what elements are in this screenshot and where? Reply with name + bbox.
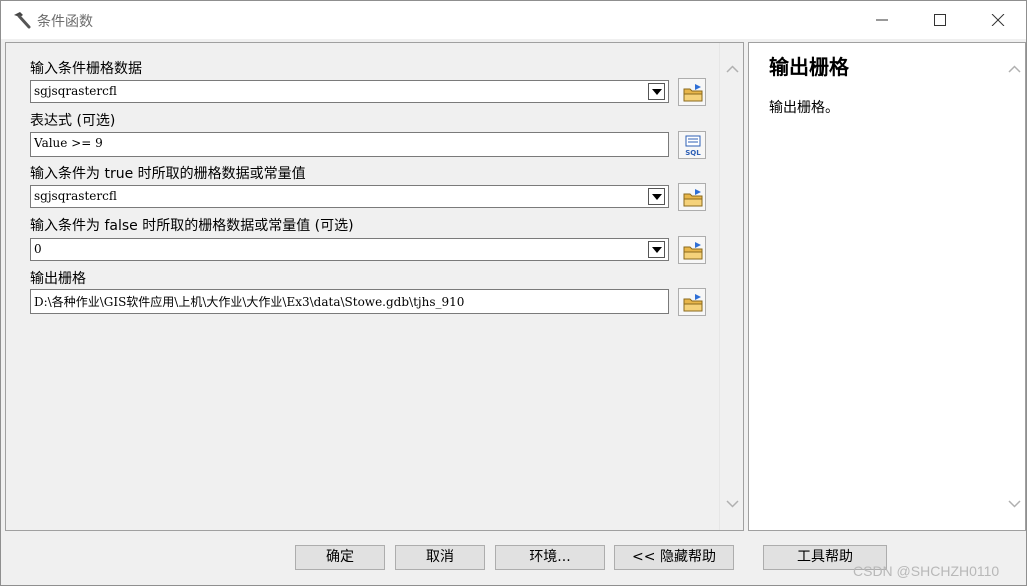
true-value-label: 输入条件为 true 时所取的栅格数据或常量值: [30, 166, 306, 182]
help-text: 输出栅格。: [769, 100, 839, 116]
expression-label: 表达式 (可选): [30, 113, 116, 129]
chevron-down-icon: [652, 247, 662, 253]
output-raster-label: 输出栅格: [30, 271, 86, 287]
output-raster-input[interactable]: D:\各种作业\GIS软件应用\上机\大作业\大作业\Ex3\data\Stow…: [30, 289, 669, 314]
ok-button[interactable]: 确定: [295, 545, 385, 570]
title-bar: 条件函数: [1, 1, 1026, 39]
minimize-icon: [876, 19, 888, 21]
true-value-combo[interactable]: sgjsqrastercfl: [30, 185, 669, 208]
chevron-up-icon[interactable]: [726, 65, 739, 73]
help-title: 输出栅格: [769, 55, 849, 79]
false-value-label: 输入条件为 false 时所取的栅格数据或常量值 (可选): [30, 218, 354, 234]
close-icon: [991, 14, 1005, 26]
sql-icon: SQL: [685, 135, 701, 157]
window-title: 条件函数: [37, 14, 93, 30]
dropdown-button[interactable]: [648, 188, 665, 205]
folder-open-icon: [683, 242, 703, 260]
environments-button[interactable]: 环境...: [495, 545, 605, 570]
expression-input[interactable]: Value >= 9: [30, 132, 669, 157]
input-raster-combo[interactable]: sgjsqrastercfl: [30, 80, 669, 103]
chevron-down-icon: [652, 89, 662, 95]
svg-text:SQL: SQL: [685, 149, 701, 157]
true-value-value: sgjsqrastercfl: [34, 189, 117, 203]
folder-open-icon: [683, 189, 703, 207]
dialog-window: 条件函数 输入条件栅格数据 sgjsqrastercfl 表达式 (可选) Va…: [0, 0, 1027, 586]
browse-button[interactable]: [678, 288, 706, 316]
maximize-button[interactable]: [911, 1, 969, 39]
dropdown-button[interactable]: [648, 83, 665, 100]
false-value-combo[interactable]: 0: [30, 238, 669, 261]
expression-value: Value >= 9: [34, 136, 103, 150]
folder-open-icon: [683, 294, 703, 312]
hide-help-button[interactable]: << 隐藏帮助: [614, 545, 734, 570]
browse-button[interactable]: [678, 236, 706, 264]
help-pane: 输出栅格 输出栅格。: [748, 42, 1026, 531]
chevron-up-icon[interactable]: [1008, 65, 1021, 73]
watermark: CSDN @SHCHZH0110: [853, 563, 1000, 579]
output-raster-value: D:\各种作业\GIS软件应用\上机\大作业\大作业\Ex3\data\Stow…: [34, 295, 465, 309]
hammer-icon: [14, 12, 31, 29]
browse-button[interactable]: [678, 78, 706, 106]
parameters-pane: 输入条件栅格数据 sgjsqrastercfl 表达式 (可选) Value >…: [5, 42, 744, 531]
help-scrollbar[interactable]: [1003, 43, 1025, 530]
folder-open-icon: [683, 84, 703, 102]
browse-button[interactable]: [678, 183, 706, 211]
left-scrollbar[interactable]: [719, 43, 743, 530]
input-raster-value: sgjsqrastercfl: [34, 84, 117, 98]
false-value-value: 0: [34, 242, 42, 256]
sql-builder-button[interactable]: SQL: [678, 131, 706, 159]
input-raster-label: 输入条件栅格数据: [30, 61, 142, 77]
chevron-down-icon: [652, 194, 662, 200]
cancel-button[interactable]: 取消: [395, 545, 485, 570]
dropdown-button[interactable]: [648, 241, 665, 258]
chevron-down-icon[interactable]: [1008, 500, 1021, 508]
chevron-down-icon[interactable]: [726, 500, 739, 508]
close-button[interactable]: [969, 1, 1027, 39]
maximize-icon: [934, 14, 946, 26]
minimize-button[interactable]: [853, 1, 911, 39]
